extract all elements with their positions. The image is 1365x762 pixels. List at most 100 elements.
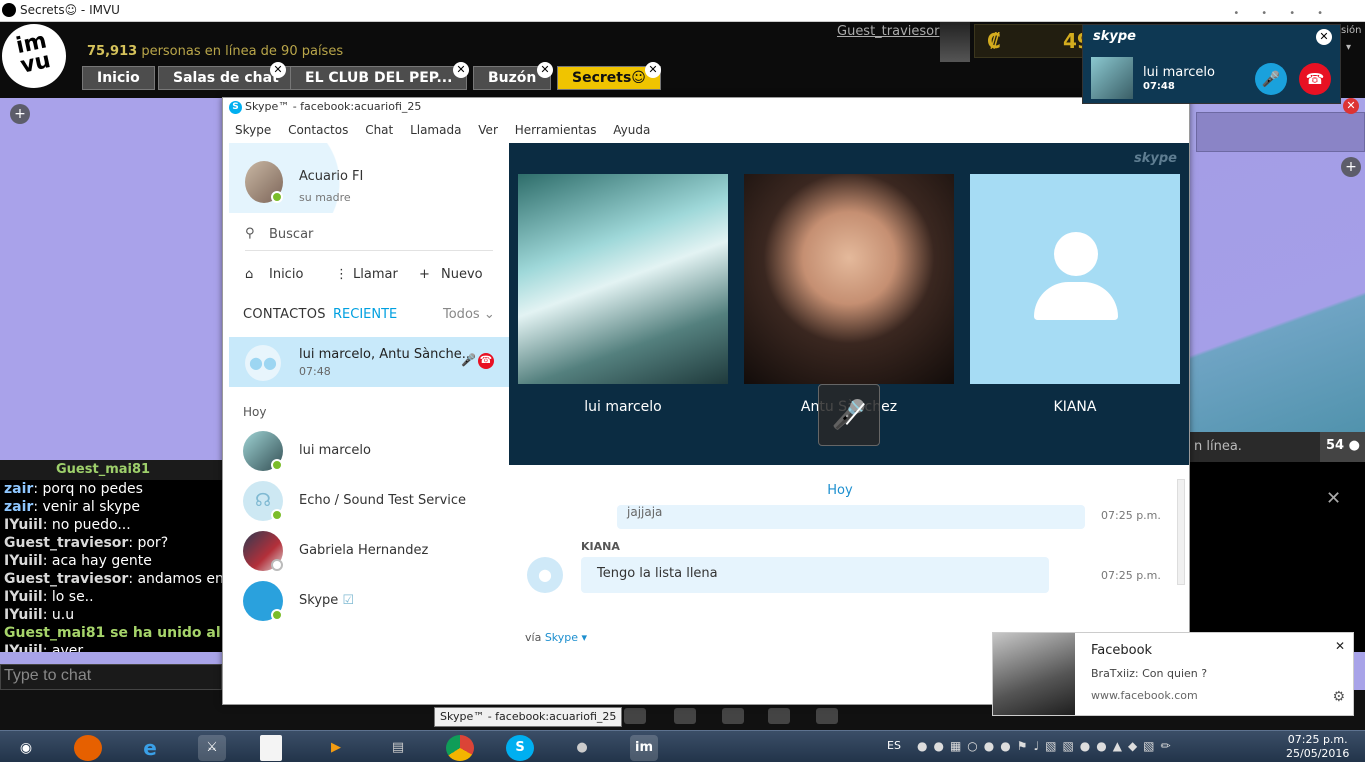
call-duration: 07:48 [1143, 81, 1175, 92]
contact-item[interactable]: lui marcelo [243, 431, 503, 475]
nav-home[interactable]: Inicio [269, 267, 303, 282]
tab-contactos[interactable]: CONTACTOS [243, 307, 326, 322]
mute-button[interactable]: 🎤 [1255, 63, 1287, 95]
menu-skype[interactable]: Skype [235, 123, 271, 137]
system-tray[interactable]: ●●▦○●●⚑♩▧▧●●▲◆▧✏ [917, 739, 1177, 753]
pose-icon[interactable] [674, 708, 696, 724]
search-box[interactable]: ⚲ Buscar [245, 223, 493, 251]
via-selector[interactable]: vía Skype ▾ [525, 631, 587, 644]
scene-left[interactable] [0, 98, 222, 460]
close-icon[interactable]: ✕ [1335, 639, 1345, 653]
camera-icon[interactable] [816, 708, 838, 724]
participant-video[interactable] [518, 174, 728, 384]
sender-name: KIANA [581, 540, 620, 553]
chat-log[interactable]: zair: porq no pedes zair: venir al skype… [0, 480, 222, 652]
via-link[interactable]: Skype [545, 631, 578, 644]
tab-inicio[interactable]: Inicio [82, 66, 155, 90]
plus-icon[interactable]: + [10, 104, 30, 124]
close-icon[interactable]: ✕ [453, 62, 469, 78]
close-icon[interactable]: ✕ [1316, 29, 1332, 45]
online-status-icon [271, 609, 283, 621]
filter-dropdown[interactable]: Todos ⌄ [443, 307, 495, 322]
home-icon[interactable] [722, 708, 744, 724]
close-icon[interactable]: ✕ [645, 62, 661, 78]
clock-time: 07:25 p.m. [1287, 733, 1348, 746]
skype-titlebar: S Skype™ - facebook:acuariofi_25 [223, 98, 1189, 118]
close-icon[interactable]: ✕ [1343, 98, 1359, 114]
credits-box[interactable]: ₡ 49 [974, 24, 1091, 58]
hang-up-icon[interactable]: ☎ [478, 353, 494, 369]
menu-contactos[interactable]: Contactos [288, 123, 348, 137]
username-link[interactable]: Guest_traviesor [837, 24, 939, 39]
home-icon[interactable]: ⌂ [245, 267, 253, 282]
internet-explorer-icon[interactable]: e [136, 735, 164, 761]
active-call-item[interactable]: ●● lui marcelo, Antu Sànche... 07:48 🎤 ☎ [229, 337, 509, 387]
window-controls[interactable]: •••• [1233, 8, 1345, 19]
taskbar: ◉ e ⚔ ▶ ▤ S ● im ES ●●▦○●●⚑♩▧▧●●▲◆▧✏ 07:… [0, 730, 1365, 762]
dialpad-icon[interactable]: ⋮ [335, 267, 348, 282]
participant-placeholder[interactable] [970, 174, 1180, 384]
chrome-icon[interactable] [446, 735, 474, 761]
imvu-titlebar: Secrets☺ - IMVU •••• [0, 0, 1365, 22]
close-icon[interactable]: ✕ [537, 62, 553, 78]
chevron-down-icon[interactable]: ▾ [1346, 42, 1351, 53]
plus-icon[interactable]: + [1341, 157, 1361, 177]
window-title: Secrets☺ - IMVU [20, 3, 120, 17]
chat-input[interactable]: Type to chat [0, 664, 222, 690]
contact-item[interactable]: Gabriela Hernandez [243, 531, 503, 575]
people-count[interactable]: 54 ● [1320, 432, 1365, 462]
clock[interactable]: 07:25 p.m. 25/05/2016 [1286, 733, 1349, 761]
close-icon[interactable]: ✕ [270, 62, 286, 78]
notification-image [993, 633, 1075, 715]
scene-right[interactable] [1190, 150, 1365, 460]
media-player-icon[interactable]: ▶ [322, 735, 350, 761]
close-icon[interactable]: ✕ [1326, 488, 1341, 509]
document-icon[interactable] [260, 735, 282, 761]
participant-video[interactable] [744, 174, 954, 384]
gear-icon[interactable]: ⚙ [1332, 689, 1345, 705]
menu-ver[interactable]: Ver [478, 123, 498, 137]
scrollbar[interactable] [1177, 479, 1185, 585]
imvu-icon[interactable]: im [630, 735, 658, 761]
group-icon: ●● [245, 345, 281, 381]
profile-mood[interactable]: su madre [299, 191, 351, 204]
firefox-icon[interactable] [74, 735, 102, 761]
menu-chat[interactable]: Chat [365, 123, 393, 137]
session-fragment[interactable]: sión [1341, 25, 1361, 36]
chevron-down-icon: ▾ [581, 631, 588, 644]
tab-el-club[interactable]: EL CLUB DEL PEP... [290, 66, 468, 90]
chat-message: IYuiil: u.u [4, 607, 75, 623]
call-stage: skype lui marcelo Antu Sànchez KIANA 🎤̸ [509, 143, 1189, 465]
language-indicator[interactable]: ES [887, 739, 901, 752]
nav-call[interactable]: Llamar [353, 267, 398, 282]
people-count-value: 54 [1326, 438, 1345, 453]
start-button[interactable]: ◉ [12, 735, 40, 761]
counter-strike-icon[interactable]: ⚔ [198, 735, 226, 761]
contact-item[interactable]: Skype ☑ [243, 581, 503, 625]
music-icon[interactable] [768, 708, 790, 724]
facebook-notification[interactable]: Facebook BraTxiiz: Con quien ? www.faceb… [992, 632, 1354, 716]
active-call-name: lui marcelo, Antu Sànche... [299, 347, 475, 362]
profile-name[interactable]: Acuario FI [299, 169, 363, 184]
menu-ayuda[interactable]: Ayuda [613, 123, 650, 137]
contact-name: Echo / Sound Test Service [299, 493, 467, 508]
user-avatar[interactable] [940, 22, 970, 62]
skype-icon[interactable]: S [506, 735, 534, 761]
mic-muted-icon[interactable]: 🎤̸ [818, 384, 880, 446]
skype-window: S Skype™ - facebook:acuariofi_25 Skype C… [222, 97, 1190, 705]
end-call-button[interactable]: ☎ [1299, 63, 1331, 95]
contact-item[interactable]: ☊ Echo / Sound Test Service [243, 481, 503, 525]
chat-message: Guest_traviesor: por? [4, 535, 169, 551]
plus-icon[interactable]: + [419, 267, 430, 282]
nav-new[interactable]: Nuevo [441, 267, 483, 282]
folder-icon[interactable]: ▤ [384, 735, 412, 761]
verified-icon: ☑ [342, 593, 355, 608]
search-input[interactable]: Buscar [269, 227, 313, 242]
hanger-icon[interactable] [624, 708, 646, 724]
tab-reciente[interactable]: RECIENTE [333, 307, 397, 322]
speaker-icon[interactable]: ● [568, 735, 596, 761]
avatar[interactable]: ● [527, 557, 563, 593]
menu-herramientas[interactable]: Herramientas [515, 123, 597, 137]
menu-llamada[interactable]: Llamada [410, 123, 461, 137]
microphone-icon[interactable]: 🎤 [461, 353, 476, 367]
